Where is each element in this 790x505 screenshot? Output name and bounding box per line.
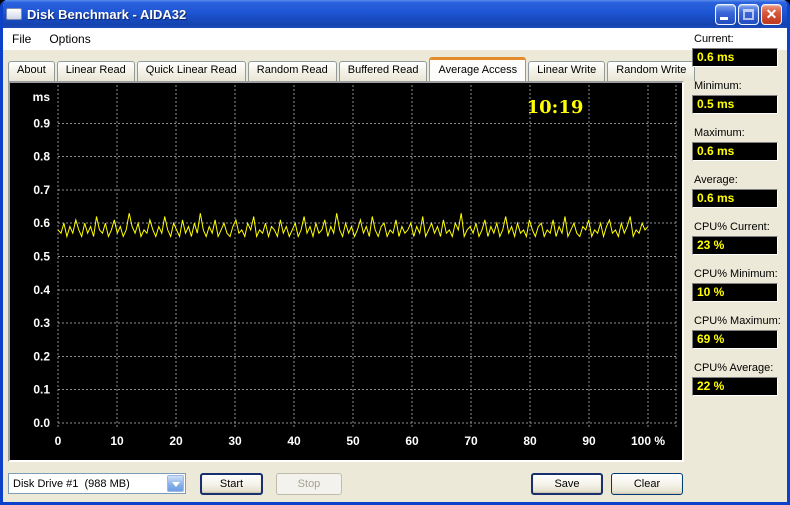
stat-label: CPU% Minimum: — [694, 268, 780, 280]
stat-label: Average: — [694, 174, 780, 186]
menu-item-options[interactable]: Options — [40, 30, 99, 48]
start-button[interactable]: Start — [200, 473, 263, 495]
window-title: Disk Benchmark - AIDA32 — [27, 7, 186, 22]
svg-text:30: 30 — [228, 434, 242, 448]
title-bar[interactable]: Disk Benchmark - AIDA32 ✕ — [0, 0, 790, 28]
svg-text:50: 50 — [346, 434, 360, 448]
chart-canvas: 0.0 0.1 0.2 0.3 0.4 0.5 0.6 0.7 0.8 0.9 ms 0 10 20 30 4… — [10, 83, 682, 460]
stat-value: 69 % — [692, 330, 778, 349]
minimize-button[interactable] — [715, 4, 736, 25]
svg-text:0.5: 0.5 — [33, 250, 50, 264]
svg-text:10:19: 10:19 — [527, 97, 584, 118]
chevron-down-icon — [172, 482, 180, 487]
stat-value: 22 % — [692, 377, 778, 396]
tab-random-read[interactable]: Random Read — [248, 61, 337, 81]
stat-value: 23 % — [692, 236, 778, 255]
svg-text:0.3: 0.3 — [33, 316, 50, 330]
svg-text:70: 70 — [464, 434, 478, 448]
tab-buffered-read[interactable]: Buffered Read — [339, 61, 428, 81]
stop-button[interactable]: Stop — [276, 473, 342, 495]
app-window: Disk Benchmark - AIDA32 ✕ FileOptions Ab… — [0, 0, 790, 505]
stat-value: 0.6 ms — [692, 48, 778, 67]
benchmark-chart: 0.0 0.1 0.2 0.3 0.4 0.5 0.6 0.7 0.8 0.9 ms 0 10 20 30 4… — [8, 81, 684, 462]
svg-text:0.7: 0.7 — [33, 183, 50, 197]
maximize-button[interactable] — [738, 4, 759, 25]
tab-strip: AboutLinear ReadQuick Linear ReadRandom … — [8, 57, 697, 81]
svg-text:90: 90 — [582, 434, 596, 448]
clear-button[interactable]: Clear — [611, 473, 683, 495]
maximize-icon — [743, 9, 754, 20]
svg-text:0.4: 0.4 — [33, 283, 50, 297]
stat-value: 0.6 ms — [692, 189, 778, 208]
svg-text:40: 40 — [287, 434, 301, 448]
close-icon: ✕ — [762, 5, 781, 24]
svg-text:0.0: 0.0 — [33, 416, 50, 430]
tab-average-access[interactable]: Average Access — [429, 57, 526, 81]
stat-value: 10 % — [692, 283, 778, 302]
tab-random-write[interactable]: Random Write — [607, 61, 695, 81]
stat-label: CPU% Maximum: — [694, 315, 780, 327]
tab-quick-linear-read[interactable]: Quick Linear Read — [137, 61, 246, 81]
stat-label: Current: — [694, 33, 780, 45]
svg-text:10: 10 — [110, 434, 124, 448]
tab-linear-read[interactable]: Linear Read — [57, 61, 135, 81]
minimize-icon — [720, 17, 728, 20]
svg-text:20: 20 — [169, 434, 183, 448]
dropdown-button[interactable] — [167, 475, 184, 492]
svg-text:0.6: 0.6 — [33, 216, 50, 230]
svg-text:100 %: 100 % — [631, 434, 665, 448]
stats-panel: Current: 0.6 ms Minimum: 0.5 ms Maximum: 0.6 … — [692, 33, 780, 409]
svg-text:0: 0 — [55, 434, 62, 448]
svg-text:0.9: 0.9 — [33, 116, 50, 130]
stat-label: CPU% Current: — [694, 221, 780, 233]
menu-bar: FileOptions — [3, 28, 787, 50]
svg-text:80: 80 — [523, 434, 537, 448]
close-button[interactable]: ✕ — [761, 4, 782, 25]
svg-text:0.8: 0.8 — [33, 150, 50, 164]
stat-label: Minimum: — [694, 80, 780, 92]
drive-select[interactable]: Disk Drive #1 (988 MB) — [8, 473, 186, 494]
app-icon — [6, 8, 22, 20]
svg-text:0.2: 0.2 — [33, 349, 50, 363]
svg-text:0.1: 0.1 — [33, 383, 50, 397]
svg-text:60: 60 — [405, 434, 419, 448]
drive-select-value: Disk Drive #1 (988 MB) — [9, 478, 166, 490]
svg-text:ms: ms — [33, 90, 51, 104]
stat-value: 0.5 ms — [692, 95, 778, 114]
tab-about[interactable]: About — [8, 61, 55, 81]
stat-label: Maximum: — [694, 127, 780, 139]
menu-item-file[interactable]: File — [3, 30, 40, 48]
save-button[interactable]: Save — [531, 473, 603, 495]
tab-linear-write[interactable]: Linear Write — [528, 61, 605, 81]
stat-value: 0.6 ms — [692, 142, 778, 161]
stat-label: CPU% Average: — [694, 362, 780, 374]
